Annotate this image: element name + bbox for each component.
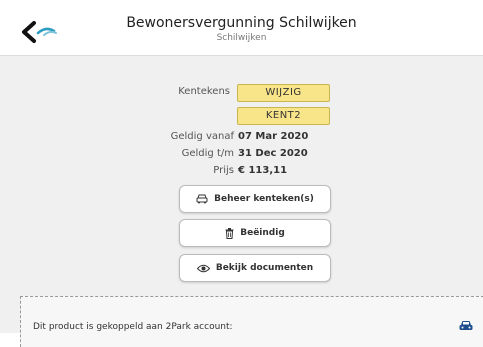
geldig-vanaf-value: 07 Mar 2020 [238, 131, 309, 142]
eye-icon [196, 264, 210, 272]
permit-details: Kentekens WIJZIG KENT2 Geldig vanaf 07 M… [0, 56, 483, 333]
prijs-value: € 113,11 [238, 165, 288, 176]
geldig-tm-label: Geldig t/m [181, 148, 234, 159]
car-icon [196, 194, 208, 204]
trash-icon [225, 227, 234, 239]
plate-badge: KENT2 [237, 107, 330, 125]
plate-badge: WIJZIG [237, 84, 330, 102]
linked-account-text: Dit product is gekoppeld aan 2Park accou… [33, 322, 233, 332]
view-documents-label: Bekijk documenten [215, 263, 314, 273]
kentekens-label: Kentekens [178, 86, 230, 97]
linked-account-panel: Dit product is gekoppeld aan 2Park accou… [20, 296, 483, 347]
car-icon [459, 321, 473, 330]
manage-plates-button[interactable]: Beheer kenteken(s) [179, 185, 331, 213]
page-title: Bewonersvergunning Schilwijken [126, 15, 357, 31]
terminate-label: Beëindig [240, 228, 285, 238]
page-subtitle: Schilwijken [216, 33, 267, 43]
view-documents-button[interactable]: Bekijk documenten [179, 254, 331, 282]
manage-plates-label: Beheer kenteken(s) [214, 194, 314, 204]
top-bar: Bewonersvergunning Schilwijken Schilwijk… [0, 0, 483, 56]
terminate-button[interactable]: Beëindig [179, 219, 331, 247]
geldig-tm-value: 31 Dec 2020 [238, 148, 308, 159]
geldig-vanaf-label: Geldig vanaf [170, 131, 234, 142]
prijs-label: Prijs [213, 165, 234, 176]
